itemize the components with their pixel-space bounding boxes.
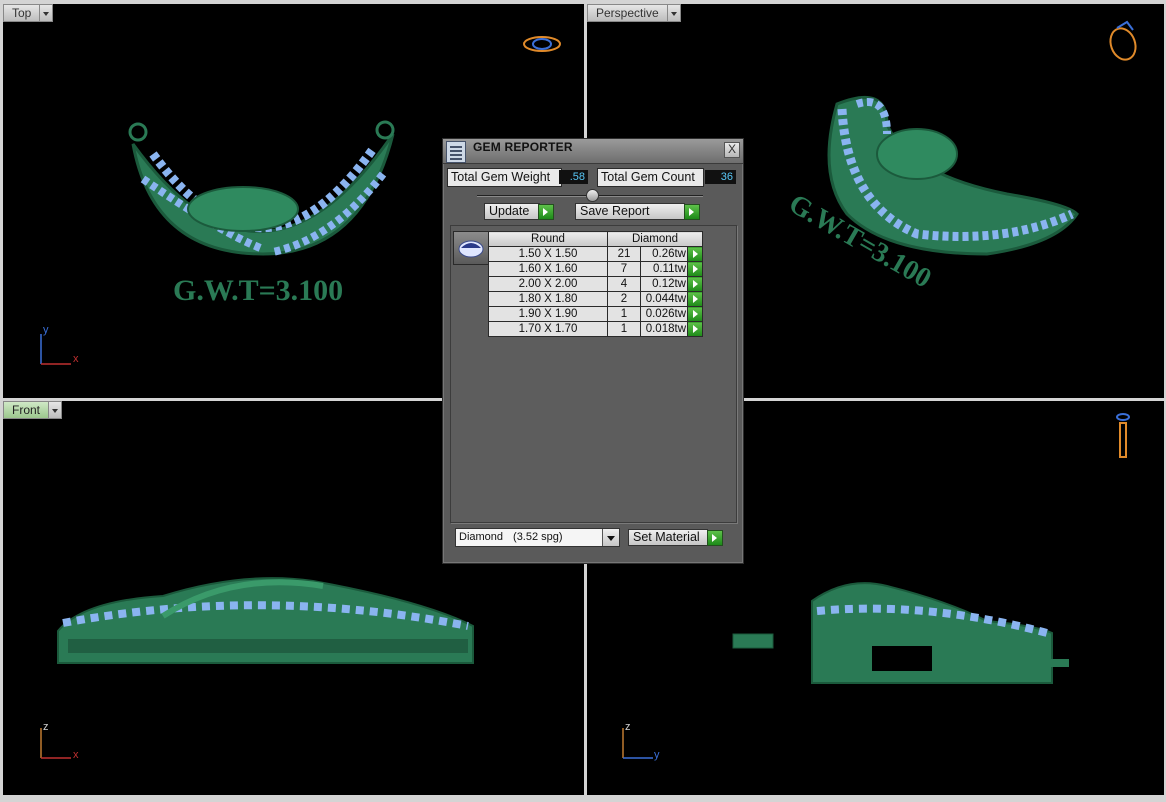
total-count-label: Total Gem Count [601, 170, 695, 184]
gem-count: 1 [607, 321, 641, 337]
table-row[interactable]: 2.00 X 2.00 4 0.12tw [488, 276, 703, 292]
gem-count: 2 [607, 291, 641, 307]
axis-triad-top [40, 334, 71, 365]
save-report-play-icon[interactable] [684, 204, 700, 220]
panel-title: GEM REPORTER [473, 140, 573, 154]
chevron-down-icon[interactable] [49, 401, 63, 419]
total-weight-field: Total Gem Weight [447, 168, 562, 187]
material-name: Diamond [459, 531, 504, 543]
gem-weight: 0.044tw [640, 291, 688, 307]
material-density: (3.52 spg) [513, 531, 563, 543]
select-row-icon[interactable] [687, 246, 703, 262]
gem-count: 4 [607, 276, 641, 292]
gem-size: 1.80 X 1.80 [488, 291, 608, 307]
set-material-play-icon[interactable] [707, 530, 723, 546]
gem-weight: 0.11tw [640, 261, 688, 277]
set-material-button[interactable]: Set Material [628, 529, 708, 546]
table-row[interactable]: 1.60 X 1.60 7 0.11tw [488, 261, 703, 277]
header-material: Diamond [607, 231, 703, 247]
total-weight-label: Total Gem Weight [451, 170, 551, 184]
gem-size: 1.60 X 1.60 [488, 261, 608, 277]
gem-size: 1.90 X 1.90 [488, 306, 608, 322]
gem-weight: 0.26tw [640, 246, 688, 262]
chevron-down-icon[interactable] [602, 529, 619, 546]
table-row[interactable]: 1.90 X 1.90 1 0.026tw [488, 306, 703, 322]
select-row-icon[interactable] [687, 291, 703, 307]
save-report-label: Save Report [580, 204, 650, 218]
gem-count: 1 [607, 306, 641, 322]
gem-reporter-icon [446, 141, 466, 163]
header-shape: Round [488, 231, 608, 247]
axis-label-x: x [73, 749, 79, 761]
chevron-down-icon[interactable] [667, 4, 681, 22]
gem-reporter-panel: GEM REPORTER X Total Gem Weight .58 Tota… [442, 138, 744, 564]
viewport-label[interactable]: Top [3, 4, 41, 22]
select-row-icon[interactable] [687, 306, 703, 322]
gem-shape-thumbnail[interactable] [453, 231, 489, 265]
viewport-tab-perspective[interactable]: Perspective [587, 4, 681, 22]
total-count-field: Total Gem Count [597, 168, 704, 187]
material-select[interactable]: Diamond (3.52 spg) [455, 528, 620, 547]
gem-count: 21 [607, 246, 641, 262]
select-row-icon[interactable] [687, 276, 703, 292]
gem-count: 7 [607, 261, 641, 277]
chevron-down-icon[interactable] [40, 4, 54, 22]
gem-size: 2.00 X 2.00 [488, 276, 608, 292]
gem-size: 1.70 X 1.70 [488, 321, 608, 337]
gem-weight: 0.026tw [640, 306, 688, 322]
table-row[interactable]: 1.50 X 1.50 21 0.26tw [488, 246, 703, 262]
save-report-button[interactable]: Save Report [575, 203, 685, 220]
splitter-handle[interactable] [586, 189, 599, 202]
table-header-row: Round Diamond [488, 231, 703, 247]
axis-triad-front [40, 728, 71, 759]
select-row-icon[interactable] [687, 321, 703, 337]
axis-label-x: x [73, 353, 79, 365]
table-row[interactable]: 1.80 X 1.80 2 0.044tw [488, 291, 703, 307]
update-label: Update [489, 204, 530, 218]
total-weight-value: .58 [559, 170, 588, 184]
axis-label-y: y [43, 324, 49, 336]
axis-label-y: y [654, 749, 660, 761]
select-row-icon[interactable] [687, 261, 703, 277]
table-row[interactable]: 1.70 X 1.70 1 0.018tw [488, 321, 703, 337]
total-count-value: 36 [705, 170, 736, 184]
gem-table: Round Diamond 1.50 X 1.50 21 0.26tw 1.60… [488, 231, 703, 337]
viewport-label[interactable]: Front [3, 401, 50, 419]
update-button[interactable]: Update [484, 203, 540, 220]
viewport-tab-top[interactable]: Top [3, 4, 54, 22]
viewport-tab-front[interactable]: Front [3, 401, 63, 419]
panel-titlebar[interactable]: GEM REPORTER X [443, 139, 743, 164]
gem-size: 1.50 X 1.50 [488, 246, 608, 262]
axis-label-z: z [43, 721, 49, 733]
close-button[interactable]: X [724, 142, 740, 158]
gem-weight: 0.018tw [640, 321, 688, 337]
round-gem-icon [458, 240, 484, 258]
engraving-text-top: G.W.T=3.100 [173, 274, 344, 307]
axis-label-z: z [625, 721, 631, 733]
update-play-icon[interactable] [538, 204, 554, 220]
set-material-label: Set Material [633, 530, 700, 544]
gem-weight: 0.12tw [640, 276, 688, 292]
viewport-label[interactable]: Perspective [587, 4, 668, 22]
